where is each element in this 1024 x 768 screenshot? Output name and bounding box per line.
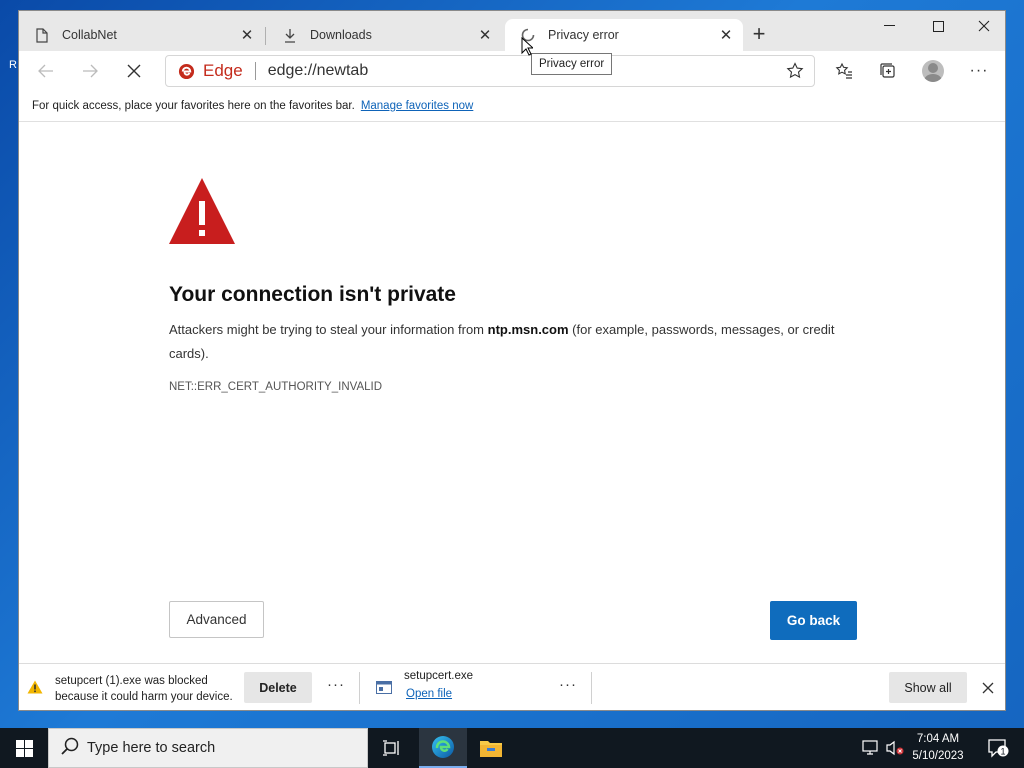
- tab-strip: CollabNet ✕ Downloads ✕ Privacy error ✕ …: [19, 11, 1005, 51]
- omnibox-brand: Edge: [178, 61, 243, 81]
- download-divider: [591, 672, 592, 704]
- network-icon[interactable]: [860, 728, 882, 768]
- favorites-icon[interactable]: [832, 59, 856, 83]
- task-view-button[interactable]: [368, 728, 416, 768]
- search-placeholder: Type here to search: [87, 740, 216, 756]
- add-favorite-star-icon[interactable]: [786, 62, 804, 85]
- taskbar: Type here to search 7:04 AM 5/10/2023 1: [0, 728, 1024, 768]
- download-divider: [359, 672, 360, 704]
- warning-icon: [27, 680, 43, 699]
- omnibox-divider: [254, 62, 256, 80]
- new-tab-button[interactable]: +: [748, 23, 770, 46]
- system-clock[interactable]: 7:04 AM 5/10/2023: [905, 731, 971, 765]
- tab-downloads[interactable]: Downloads ✕: [267, 19, 502, 51]
- notification-count: 1: [1000, 747, 1005, 757]
- collections-icon[interactable]: [876, 59, 900, 83]
- page-title: Your connection isn't private: [169, 283, 456, 306]
- favorites-bar-message: For quick access, place your favorites h…: [32, 100, 355, 112]
- error-host: ntp.msn.com: [487, 322, 569, 337]
- mouse-cursor-icon: [521, 36, 535, 61]
- warning-triangle-icon: [168, 177, 236, 250]
- notification-icon: 1: [988, 739, 1009, 758]
- start-button[interactable]: [0, 728, 48, 768]
- windows-logo-icon: [15, 739, 33, 757]
- profile-avatar-icon[interactable]: [921, 59, 945, 83]
- error-text-before: Attackers might be trying to steal your …: [169, 322, 488, 337]
- url-text[interactable]: edge://newtab: [268, 62, 369, 80]
- navigation-toolbar: Edge edge://newtab ···: [19, 51, 1005, 91]
- show-all-downloads-button[interactable]: Show all: [889, 672, 967, 703]
- edge-icon: [432, 736, 454, 758]
- taskbar-file-explorer-app[interactable]: [467, 728, 515, 768]
- downloads-bar: setupcert (1).exe was blocked because it…: [19, 663, 1005, 710]
- forward-button[interactable]: [76, 59, 104, 83]
- error-code[interactable]: NET::ERR_CERT_AUTHORITY_INVALID: [169, 381, 382, 393]
- desktop-icon-label-fragment: R: [9, 59, 17, 71]
- back-button[interactable]: [32, 59, 60, 83]
- close-window-button[interactable]: [961, 11, 1005, 41]
- clock-date: 5/10/2023: [912, 750, 964, 762]
- notification-center-button[interactable]: 1: [978, 728, 1018, 768]
- delete-button[interactable]: Delete: [244, 672, 312, 703]
- browser-window: CollabNet ✕ Downloads ✕ Privacy error ✕ …: [18, 10, 1006, 711]
- close-downloads-bar-icon[interactable]: [977, 677, 999, 699]
- page-icon: [35, 27, 49, 43]
- address-bar[interactable]: Edge edge://newtab: [165, 55, 815, 87]
- open-file-link[interactable]: Open file: [406, 688, 452, 700]
- task-view-icon: [383, 740, 399, 756]
- tab-label: CollabNet: [62, 28, 117, 42]
- close-icon[interactable]: ✕: [236, 24, 258, 46]
- tab-label: Downloads: [310, 28, 372, 42]
- volume-muted-icon[interactable]: [884, 728, 906, 768]
- edge-logo-icon: [178, 63, 195, 79]
- settings-more-icon[interactable]: ···: [967, 59, 991, 83]
- maximize-button[interactable]: [915, 11, 961, 41]
- error-page: Your connection isn't private Attackers …: [19, 122, 1005, 663]
- blocked-line-2: because it could harm your device.: [55, 691, 233, 703]
- favorites-bar: For quick access, place your favorites h…: [19, 91, 1005, 122]
- search-icon: [61, 737, 79, 760]
- manage-favorites-link[interactable]: Manage favorites now: [361, 100, 474, 112]
- tab-tooltip: Privacy error: [531, 53, 613, 75]
- advanced-button[interactable]: Advanced: [169, 601, 264, 638]
- tab-collabnet[interactable]: CollabNet ✕: [19, 19, 264, 51]
- download-more-options-button[interactable]: ···: [324, 676, 348, 698]
- download-icon: [283, 27, 297, 43]
- taskbar-search-box[interactable]: Type here to search: [48, 728, 368, 768]
- close-icon[interactable]: ✕: [474, 24, 496, 46]
- download-file-name: setupcert.exe: [404, 670, 474, 682]
- go-back-button[interactable]: Go back: [770, 601, 857, 640]
- exe-file-icon: [376, 681, 392, 699]
- close-icon[interactable]: ✕: [715, 24, 737, 46]
- tab-label: Privacy error: [548, 28, 619, 42]
- tab-privacy-error[interactable]: Privacy error ✕: [505, 19, 743, 51]
- minimize-button[interactable]: [866, 11, 912, 41]
- tab-divider: [265, 27, 266, 45]
- error-description: Attackers might be trying to steal your …: [169, 318, 869, 366]
- stop-loading-button[interactable]: [120, 59, 148, 83]
- blocked-line-1: setupcert (1).exe was blocked: [55, 675, 208, 687]
- blocked-download-message: setupcert (1).exe was blocked because it…: [55, 673, 233, 705]
- taskbar-edge-app[interactable]: [419, 728, 467, 768]
- clock-time: 7:04 AM: [916, 733, 960, 745]
- avatar: [922, 60, 944, 82]
- brand-label: Edge: [203, 61, 243, 80]
- download-more-options-button[interactable]: ···: [556, 676, 580, 698]
- folder-icon: [480, 741, 502, 757]
